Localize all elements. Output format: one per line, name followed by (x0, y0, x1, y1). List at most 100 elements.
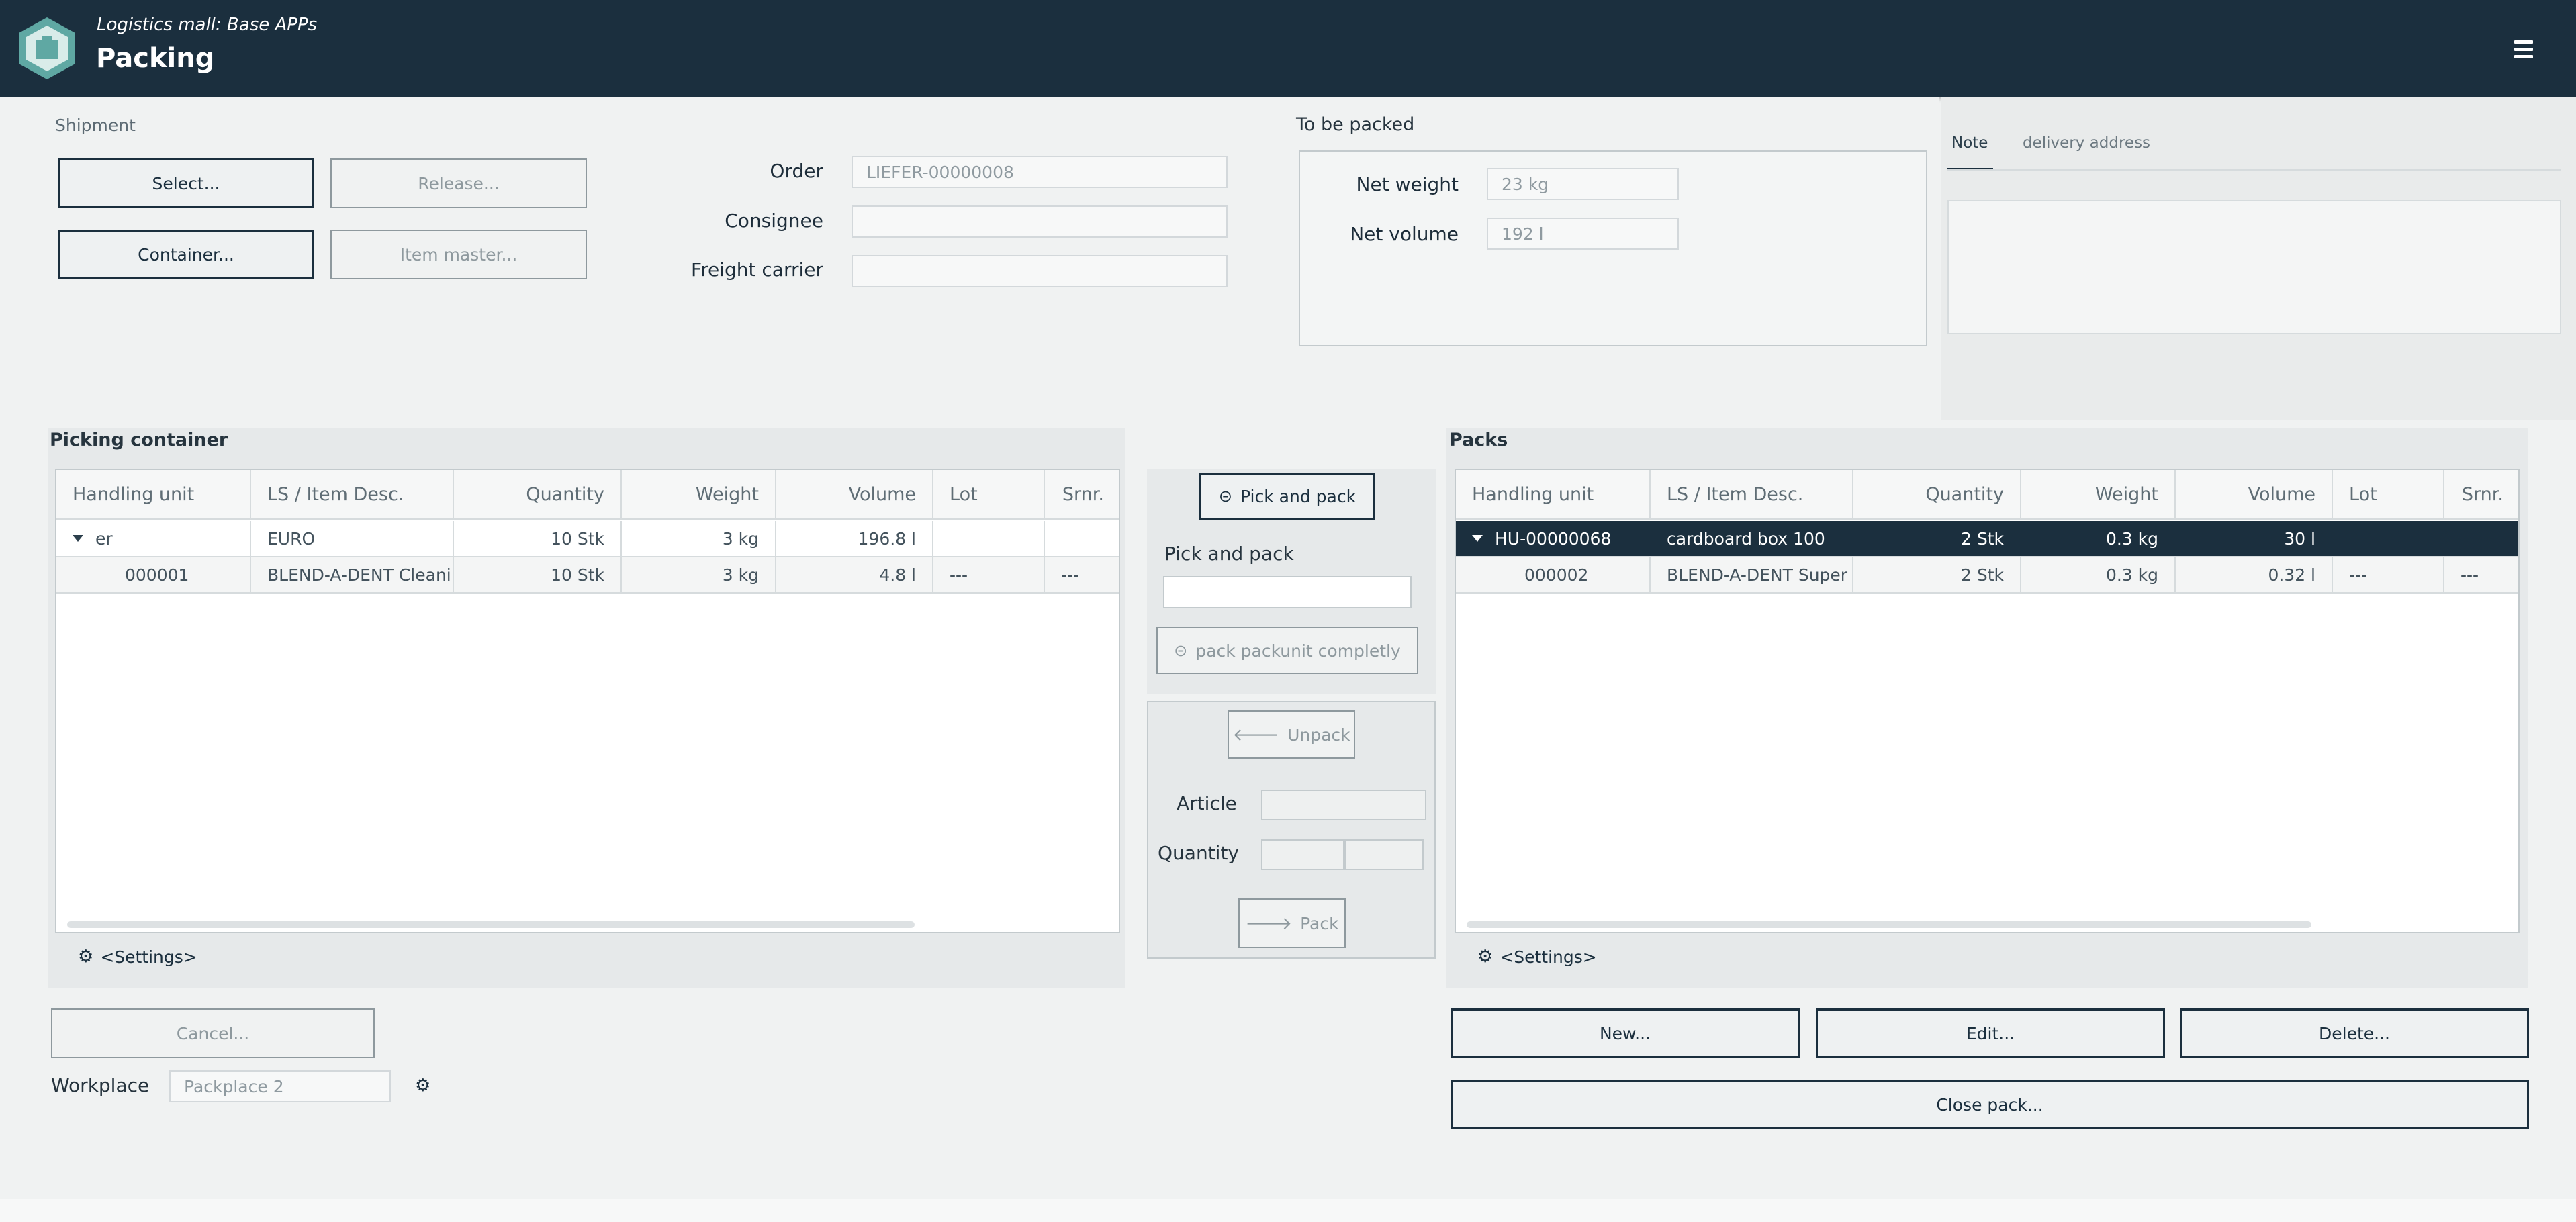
picking-grid-header: Handling unit LS / Item Desc. Quantity W… (56, 470, 1119, 520)
hamburger-menu-icon[interactable] (2514, 40, 2536, 59)
app-logo-icon (19, 17, 75, 79)
container-button[interactable]: Container... (58, 230, 314, 279)
horizontal-scrollbar[interactable] (67, 921, 915, 928)
consignee-label: Consignee (725, 209, 823, 232)
col-volume[interactable]: Volume (776, 470, 933, 518)
cell-weight: 3 kg (622, 557, 776, 592)
packs-grid-header: Handling unit LS / Item Desc. Quantity W… (1456, 470, 2518, 520)
table-row[interactable]: 000002 BLEND-A-DENT Super Ac 2 Stk 0.3 k… (1456, 557, 2518, 594)
cell-quantity: 2 Stk (1853, 521, 2021, 556)
cell-handling-unit: er (95, 528, 113, 549)
caret-down-icon[interactable] (1472, 535, 1483, 542)
pack-completely-button[interactable]: ⊝ pack packunit completly (1156, 627, 1418, 674)
unpack-button[interactable]: 🡐 Unpack (1228, 710, 1355, 759)
article-field[interactable] (1261, 790, 1426, 820)
table-row[interactable]: er EURO 10 Stk 3 kg 196.8 l (56, 521, 1119, 557)
col-quantity[interactable]: Quantity (1853, 470, 2021, 518)
col-lot[interactable]: Lot (933, 470, 1045, 518)
picking-grid: Handling unit LS / Item Desc. Quantity W… (55, 469, 1120, 933)
minus-circle-icon: ⊝ (1218, 487, 1233, 506)
release-button[interactable]: Release... (330, 158, 587, 208)
tab-delivery-address[interactable]: delivery address (2023, 134, 2150, 152)
freight-carrier-field[interactable] (852, 255, 1228, 287)
table-row[interactable]: HU-00000068 cardboard box 100 2 Stk 0.3 … (1456, 521, 2518, 557)
edit-button[interactable]: Edit... (1816, 1008, 2165, 1058)
tab-divider (1947, 169, 2561, 171)
col-quantity[interactable]: Quantity (454, 470, 622, 518)
quantity-field[interactable] (1261, 839, 1344, 870)
cell-lot: --- (933, 557, 1045, 592)
delete-button[interactable]: Delete... (2180, 1008, 2529, 1058)
pack-button[interactable]: 🡒 Pack (1238, 898, 1346, 948)
col-handling-unit[interactable]: Handling unit (1456, 470, 1651, 518)
gear-icon[interactable]: ⚙ (415, 1076, 430, 1096)
quantity-label: Quantity (1158, 842, 1239, 864)
cell-handling-unit: 000001 (56, 557, 251, 592)
bottom-strip (0, 1199, 2576, 1222)
net-weight-label: Net weight (1356, 173, 1459, 195)
cancel-button[interactable]: Cancel... (51, 1008, 375, 1058)
cell-lot (2333, 521, 2444, 556)
col-item-desc[interactable]: LS / Item Desc. (1651, 470, 1853, 518)
packs-settings[interactable]: ⚙ <Settings> (1477, 947, 1597, 967)
net-weight-field[interactable]: 23 kg (1487, 168, 1679, 200)
cell-srnr: --- (1045, 557, 1119, 592)
cell-lot (933, 521, 1045, 556)
minus-circle-icon: ⊝ (1174, 641, 1188, 660)
to-be-packed-label: To be packed (1296, 114, 1415, 135)
pick-and-pack-button[interactable]: ⊝ Pick and pack (1199, 473, 1375, 520)
quantity-unit-field[interactable] (1344, 839, 1424, 870)
caret-down-icon[interactable] (73, 535, 83, 542)
shipment-label: Shipment (55, 115, 136, 135)
workplace-field[interactable]: Packplace 2 (169, 1070, 391, 1102)
unpack-label: Unpack (1287, 724, 1350, 745)
col-weight[interactable]: Weight (622, 470, 776, 518)
table-row[interactable]: 000001 BLEND-A-DENT Cleaning 10 Stk 3 kg… (56, 557, 1119, 594)
app-header: Logistics mall: Base APPs Packing (0, 0, 2576, 97)
cell-item-desc: BLEND-A-DENT Cleaning (251, 557, 454, 592)
settings-label: <Settings> (100, 947, 197, 967)
cell-volume: 30 l (2176, 521, 2333, 556)
cell-srnr (2444, 521, 2518, 556)
col-weight[interactable]: Weight (2021, 470, 2176, 518)
cell-handling-unit: HU-00000068 (1495, 528, 1612, 549)
cell-quantity: 10 Stk (454, 557, 622, 592)
horizontal-scrollbar[interactable] (1467, 921, 2311, 928)
col-srnr[interactable]: Srnr. (1045, 470, 1119, 518)
net-volume-label: Net volume (1350, 223, 1459, 245)
consignee-field[interactable] (852, 205, 1228, 238)
order-label: Order (770, 160, 823, 182)
order-field[interactable]: LIEFER-00000008 (852, 156, 1228, 188)
cell-weight: 0.3 kg (2021, 557, 2176, 592)
cell-item-desc: EURO (251, 521, 454, 556)
close-pack-button[interactable]: Close pack... (1451, 1080, 2529, 1129)
arrow-right-icon: 🡒 (1245, 913, 1293, 934)
new-button[interactable]: New... (1451, 1008, 1800, 1058)
arrow-left-icon: 🡐 (1232, 724, 1280, 745)
tab-note[interactable]: Note (1951, 134, 1988, 152)
net-volume-field[interactable]: 192 l (1487, 218, 1679, 250)
item-master-button[interactable]: Item master... (330, 230, 587, 279)
cell-srnr: --- (2444, 557, 2518, 592)
cell-srnr (1045, 521, 1119, 556)
packs-title: Packs (1449, 430, 1508, 451)
pick-and-pack-input[interactable] (1163, 576, 1412, 608)
pick-and-pack-label: Pick and pack (1164, 543, 1294, 565)
col-handling-unit[interactable]: Handling unit (56, 470, 251, 518)
col-lot[interactable]: Lot (2333, 470, 2444, 518)
pack-label: Pack (1300, 913, 1339, 933)
col-item-desc[interactable]: LS / Item Desc. (251, 470, 454, 518)
cell-volume: 0.32 l (2176, 557, 2333, 592)
col-srnr[interactable]: Srnr. (2444, 470, 2518, 518)
cell-weight: 0.3 kg (2021, 521, 2176, 556)
workplace-label: Workplace (51, 1074, 150, 1096)
select-button[interactable]: Select... (58, 158, 314, 208)
col-volume[interactable]: Volume (2176, 470, 2333, 518)
cell-volume: 4.8 l (776, 557, 933, 592)
picking-container-title: Picking container (50, 430, 228, 451)
picking-settings[interactable]: ⚙ <Settings> (78, 947, 197, 967)
packs-grid: Handling unit LS / Item Desc. Quantity W… (1455, 469, 2520, 933)
note-textarea[interactable] (1947, 200, 2561, 334)
freight-carrier-label: Freight carrier (691, 258, 823, 281)
cell-quantity: 10 Stk (454, 521, 622, 556)
